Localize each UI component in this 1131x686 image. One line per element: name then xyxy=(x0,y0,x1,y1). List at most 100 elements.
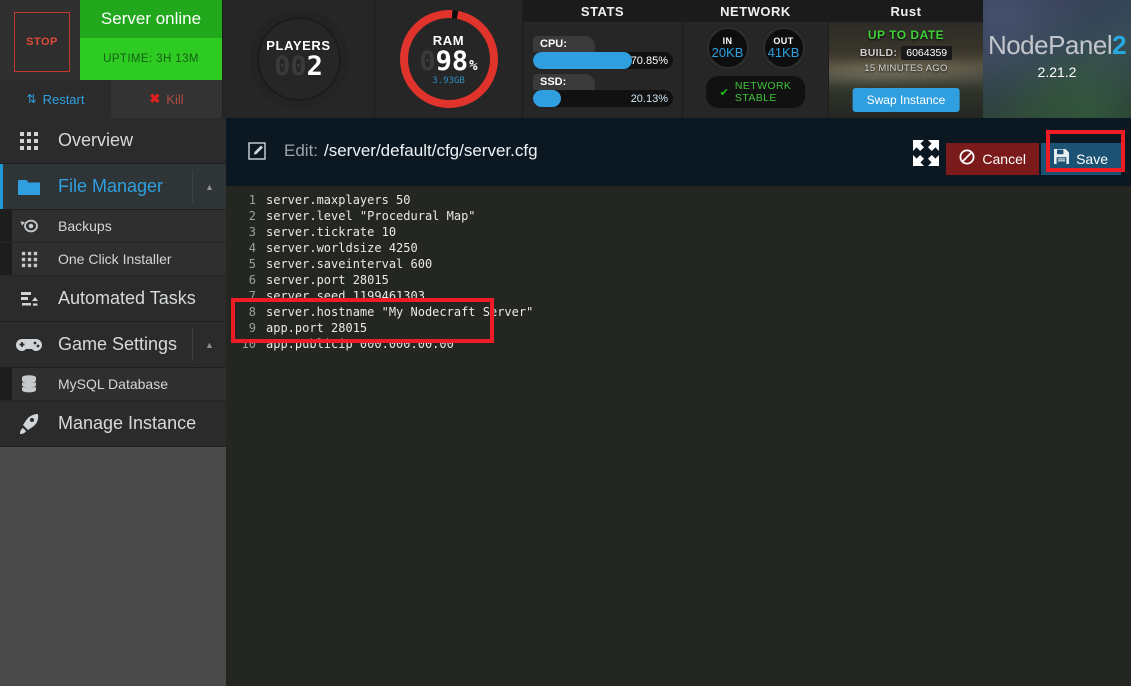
sidebar-item-automated-tasks[interactable]: Automated Tasks xyxy=(0,276,226,322)
gamepad-icon xyxy=(0,337,58,353)
server-uptime-text: UPTIME: 3H 13M xyxy=(103,53,199,65)
fullscreen-icon[interactable] xyxy=(911,138,941,168)
line-number: 4 xyxy=(248,241,256,255)
logo-accent: 2 xyxy=(1112,30,1127,60)
ssd-bar-label: SSD: xyxy=(533,74,595,90)
code-line[interactable]: 3 server.tickrate 10 xyxy=(226,224,1131,240)
code-line[interactable]: 4 server.worldsize 4250 xyxy=(226,240,1131,256)
grid-icon xyxy=(0,251,58,268)
code-line[interactable]: 10 app.publicip 000.000.00.00 xyxy=(226,336,1131,352)
panel-version: 2.21.2 xyxy=(1037,64,1077,80)
nodepanel-window: STOP Server online UPTIME: 3H 13M ⇅ Rest… xyxy=(0,0,1131,686)
code-line[interactable]: 8 server.hostname "My Nodecraft Server" xyxy=(226,304,1131,320)
players-dim-digits: 00 xyxy=(274,51,307,82)
network-out: OUT 41KB xyxy=(762,27,805,69)
players-count: 2 xyxy=(306,51,323,82)
server-status-block: Server online UPTIME: 3H 13M xyxy=(80,0,222,80)
ram-panel: RAM 0 98% 3.93GB xyxy=(374,0,522,118)
sidebar-item-mysql-database[interactable]: MySQL Database xyxy=(0,368,226,401)
stats-title: STATS xyxy=(523,0,682,22)
code-line[interactable]: 6 server.port 28015 xyxy=(226,272,1131,288)
ram-percent-symbol: % xyxy=(469,57,478,74)
ram-dim-digit: 0 xyxy=(419,45,436,77)
line-text: server.tickrate 10 xyxy=(266,225,397,239)
edit-pencil-icon xyxy=(248,142,266,165)
server-control-panel: STOP Server online UPTIME: 3H 13M ⇅ Rest… xyxy=(0,0,222,118)
line-text: server.worldsize 4250 xyxy=(266,241,418,255)
sidebar-label-file-manager: File Manager xyxy=(58,176,164,196)
check-icon: ✔ xyxy=(719,86,729,99)
code-line[interactable]: 2 server.level "Procedural Map" xyxy=(226,208,1131,224)
game-update-status: UP TO DATE xyxy=(867,28,945,42)
save-button[interactable]: Save xyxy=(1041,143,1121,175)
database-icon xyxy=(0,375,58,393)
line-number: 10 xyxy=(241,337,256,351)
save-button-label: Save xyxy=(1076,151,1108,167)
network-throughput: IN 20KB OUT 41KB xyxy=(683,27,828,69)
kill-button-label: Kill xyxy=(166,91,184,107)
sidebar-item-manage-instance[interactable]: Manage Instance xyxy=(0,401,226,447)
restart-button[interactable]: ⇅ Restart xyxy=(0,80,111,118)
line-text: server.maxplayers 50 xyxy=(266,193,411,207)
editor-file-path: /server/default/cfg/server.cfg xyxy=(324,141,538,160)
players-gauge: PLAYERS 00 2 xyxy=(223,0,374,118)
game-build-age: 15 MINUTES AGO xyxy=(864,63,948,74)
sidebar-item-one-click-installer[interactable]: One Click Installer xyxy=(0,243,226,276)
ram-absolute: 3.93GB xyxy=(432,75,465,86)
players-panel: PLAYERS 00 2 xyxy=(222,0,374,118)
line-number: 8 xyxy=(248,305,256,319)
rocket-icon xyxy=(0,412,58,436)
top-status-bar: STOP Server online UPTIME: 3H 13M ⇅ Rest… xyxy=(0,0,1131,118)
no-entry-icon xyxy=(959,149,975,170)
ram-percent: 98 xyxy=(435,45,469,77)
network-out-value: 41KB xyxy=(767,45,800,60)
sidebar-item-backups[interactable]: Backups xyxy=(0,210,226,243)
ram-value: 0 98% xyxy=(419,48,477,75)
game-title: Rust xyxy=(829,0,983,22)
server-status-text: Server online xyxy=(100,9,202,28)
stats-panel: STATS CPU: 70.85% SSD: 20.13% xyxy=(522,0,682,118)
code-lines[interactable]: 1 server.maxplayers 50 2 server.level "Proc… xyxy=(226,186,1131,352)
code-line[interactable]: 7 server.seed 1199461303 xyxy=(226,288,1131,304)
network-panel: NETWORK IN 20KB OUT 41KB ✔ NETWORK STABL… xyxy=(682,0,828,118)
restart-icon: ⇅ xyxy=(26,92,37,106)
floppy-disk-icon xyxy=(1054,149,1070,169)
server-action-buttons: ⇅ Restart ✖ Kill xyxy=(0,80,222,118)
line-number: 3 xyxy=(248,225,256,239)
cancel-button[interactable]: Cancel xyxy=(946,143,1039,175)
code-line[interactable]: 1 server.maxplayers 50 xyxy=(226,192,1131,208)
code-line[interactable]: 9 app.port 28015 xyxy=(226,320,1131,336)
cpu-bar-fill xyxy=(533,52,633,69)
line-number: 9 xyxy=(248,321,256,335)
line-number: 6 xyxy=(248,273,256,287)
line-text: server.saveinterval 600 xyxy=(266,257,433,271)
cpu-bar-track: 70.85% xyxy=(533,52,673,69)
network-in: IN 20KB xyxy=(706,27,749,69)
line-text: app.publicip 000.000.00.00 xyxy=(266,337,454,351)
code-editor[interactable]: 1 server.maxplayers 50 2 server.level "Proc… xyxy=(226,186,1131,686)
cancel-button-label: Cancel xyxy=(982,151,1026,167)
swap-instance-button[interactable]: Swap Instance xyxy=(852,88,960,112)
sidebar-item-game-settings[interactable]: Game Settings ▲ xyxy=(0,322,226,368)
sidebar-empty-area xyxy=(0,447,226,686)
line-number: 5 xyxy=(248,257,256,271)
ram-ring: RAM 0 98% 3.93GB xyxy=(399,10,498,108)
main-content: Edit: /server/default/cfg/server.cfg Can… xyxy=(226,118,1131,686)
kill-x-icon: ✖ xyxy=(149,91,161,106)
sidebar-item-overview[interactable]: Overview xyxy=(0,118,226,164)
editor-action-label: Edit: xyxy=(284,141,319,160)
stop-button[interactable]: STOP xyxy=(14,12,70,72)
line-number: 7 xyxy=(248,289,256,303)
game-settings-collapse-arrow[interactable]: ▲ xyxy=(192,328,226,361)
sidebar-label-game-settings: Game Settings xyxy=(58,334,178,354)
network-title: NETWORK xyxy=(683,0,828,22)
line-number: 2 xyxy=(248,209,256,223)
game-build-row: BUILD: 6064359 xyxy=(829,46,983,60)
file-manager-collapse-arrow[interactable]: ▲ xyxy=(192,170,226,203)
code-line[interactable]: 5 server.saveinterval 600 xyxy=(226,256,1131,272)
grid-icon xyxy=(0,131,58,151)
sidebar-item-file-manager[interactable]: File Manager ▲ xyxy=(0,164,226,210)
kill-button[interactable]: ✖ Kill xyxy=(111,80,222,118)
line-text: server.hostname "My Nodecraft Server" xyxy=(266,305,534,319)
network-in-value: 20KB xyxy=(711,45,744,60)
